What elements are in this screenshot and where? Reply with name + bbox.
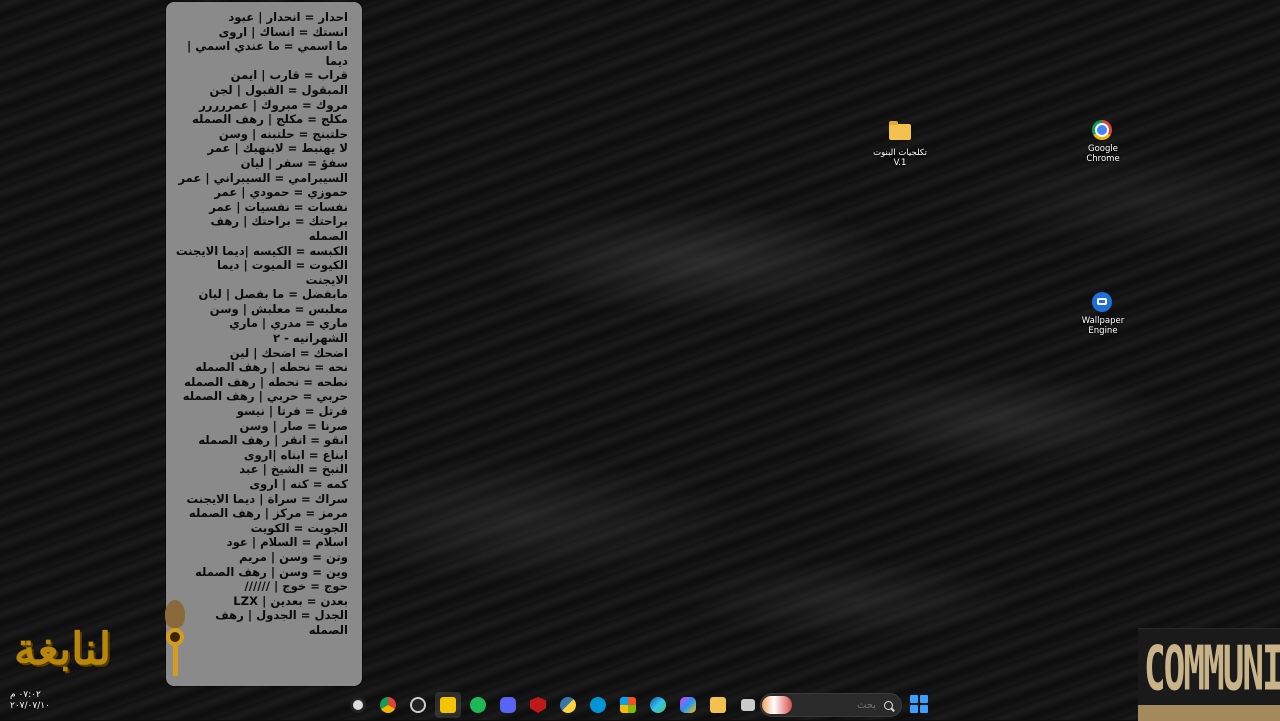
- sticky-note-line: قراب = قارب | ايمن: [230, 68, 348, 83]
- sticky-note-line: احدار = انحدار | عبود: [228, 10, 348, 24]
- sticky-note-line: فرتل = فرتا | نيسو: [236, 404, 348, 419]
- taskbar-settings[interactable]: [345, 692, 371, 718]
- key-logo-icon: [160, 598, 190, 678]
- taskbar-spotify[interactable]: [465, 692, 491, 718]
- community-logo: COMMUNITY: [1138, 628, 1280, 721]
- taskbar-discord[interactable]: [495, 692, 521, 718]
- sticky-note-line: حوج = خوج | //////: [244, 579, 348, 594]
- sticky-note-line: مروك = مبروك | عمررررر: [199, 97, 348, 112]
- sticky-note-text[interactable]: احدار = انحدار | عبود انستك = انساك | ارو…: [166, 2, 362, 638]
- desktop-icon-folder[interactable]: تكلجيات البنوت V.1: [870, 120, 930, 168]
- mcafee-icon: [530, 697, 546, 713]
- sticky-note-line: الكيوت = الميوت | ديما الايجنت: [217, 258, 348, 287]
- sticky-note-line: بعدن = بعدين | LZX: [233, 593, 348, 608]
- sticky-note-line: مرمز = مركز | رهف الصمله: [188, 506, 348, 521]
- taskbar-sticky-notes[interactable]: [435, 692, 461, 718]
- taskbar-copilot[interactable]: [675, 692, 701, 718]
- python-icon: [560, 697, 576, 713]
- clock-time: ٠٧:٠٢ م: [10, 690, 41, 700]
- store-icon: [620, 697, 636, 713]
- sticky-note-line: انستك = انساك | اروى: [218, 24, 348, 39]
- windows-icon: [910, 695, 918, 703]
- taskbar-mcafee[interactable]: [525, 692, 551, 718]
- gear-icon: [350, 697, 366, 713]
- community-logo-text: COMMUNITY: [1144, 635, 1280, 705]
- sticky-note-line: ما اسمي = ما عندي اسمي | ديما: [187, 39, 348, 68]
- taskbar: [345, 690, 761, 720]
- sticky-note-line: نحه = نحطه | رهف الصمله: [195, 360, 348, 375]
- wallpaper-engine-icon: [1092, 292, 1114, 314]
- taskbar-store[interactable]: [615, 692, 641, 718]
- taskbar-clock[interactable]: ٠٧:٠٢ م ٢٠٧/٠٧/١٠: [10, 690, 50, 712]
- search-input[interactable]: [814, 698, 878, 712]
- taskbar-python[interactable]: [555, 692, 581, 718]
- taskbar-task-view[interactable]: [735, 692, 761, 718]
- sticky-note-line: النبخ = الشيخ | عبد: [239, 462, 348, 477]
- search-highlight-icon: [762, 696, 792, 714]
- sticky-note-line: كمه = كنه | اروى: [249, 477, 348, 491]
- sticky-note-line: اسلام = السلام | عود: [226, 535, 348, 550]
- taskbar-edge[interactable]: [645, 692, 671, 718]
- search-icon: [884, 700, 893, 710]
- hp-icon: [590, 697, 606, 713]
- sticky-note-line: وتن = وسن | مريم: [239, 549, 348, 564]
- sticky-note-line: اضحك = اضحك | لين: [229, 345, 348, 360]
- sticky-note-line: حموزي = حمودي | عمر: [214, 185, 348, 200]
- sticky-note-line: نطحه = نحطه | رهف الصمله: [183, 374, 348, 389]
- chrome-icon: [380, 697, 396, 713]
- taskbar-chrome[interactable]: [375, 692, 401, 718]
- edge-icon: [650, 697, 666, 713]
- task-view-icon: [741, 699, 755, 711]
- sticky-notes-icon: [440, 697, 456, 713]
- sticky-note-line: سفؤ = سفر | ليان: [240, 155, 348, 170]
- taskbar-obs[interactable]: [405, 692, 431, 718]
- taskbar-hp[interactable]: [585, 692, 611, 718]
- sticky-note-line: حلتبنج = حلتبنه | وسن: [218, 126, 348, 141]
- desktop-icon-label: Wallpaper Engine: [1081, 316, 1125, 336]
- desktop-icon-chrome[interactable]: Google Chrome: [1073, 120, 1133, 164]
- sticky-note-line: وين = وسن | رهف الصمله: [195, 564, 348, 579]
- sticky-note-line: الجويت = الكويت: [250, 520, 348, 535]
- sticky-note-line: الجدل = الجدول | رهف الصمله: [215, 608, 348, 637]
- sticky-note-line: المبقول = القبول | لجن: [209, 82, 348, 97]
- sticky-note-line: السيبرامي = السيبراني | عمر: [178, 170, 348, 185]
- sticky-note-line: مابفضل = ما بفصل | ليان: [198, 287, 348, 302]
- clock-date: ٢٠٧/٠٧/١٠: [10, 701, 50, 711]
- taskbar-file-explorer[interactable]: [705, 692, 731, 718]
- sticky-note-line: صرنا = صار | وسن: [239, 418, 349, 433]
- discord-icon: [500, 697, 516, 713]
- file-explorer-icon: [710, 697, 726, 713]
- sticky-note-line: حربي = حربي | رهف الصمله: [182, 389, 348, 404]
- sticky-note-line: ماري = مدري | ماري الشهرانيه - ٢: [229, 316, 348, 346]
- chrome-icon: [1092, 120, 1114, 142]
- sticky-note-line: سراك = سراة | ديما الايجنت: [186, 491, 348, 506]
- sticky-note-line: الكبسه = الكيسه |ديما الايجنت: [175, 243, 348, 258]
- sticky-note[interactable]: احدار = انحدار | عبود انستك = انساك | ارو…: [166, 2, 362, 686]
- sticky-note-line: مكلج = مكلج | رهف الصمله: [192, 112, 348, 127]
- spotify-icon: [470, 697, 486, 713]
- sticky-note-line: ابناع = ابناه |اروى: [243, 447, 348, 462]
- obs-icon: [410, 697, 426, 713]
- sticky-note-line: نفسات = نفسيات | عمر: [209, 199, 348, 214]
- sticky-note-line: معلبس = معلبش | وسن: [209, 301, 348, 316]
- sticky-note-line: براحتك = براحتك | رهف الصمله: [210, 214, 348, 243]
- sticky-note-line: انقو = انقر | رهف الصمله: [198, 433, 348, 448]
- desktop-icon-label: تكلجيات البنوت V.1: [873, 148, 927, 168]
- copilot-icon: [680, 697, 696, 713]
- desktop-icon-wallpaper-engine[interactable]: Wallpaper Engine: [1073, 292, 1133, 336]
- sticky-note-line: لا يهنبط = لابنهبك | عمر: [207, 141, 348, 156]
- desktop-icon-label: Google Chrome: [1086, 144, 1120, 164]
- start-button[interactable]: [910, 695, 928, 713]
- folder-icon: [889, 121, 911, 146]
